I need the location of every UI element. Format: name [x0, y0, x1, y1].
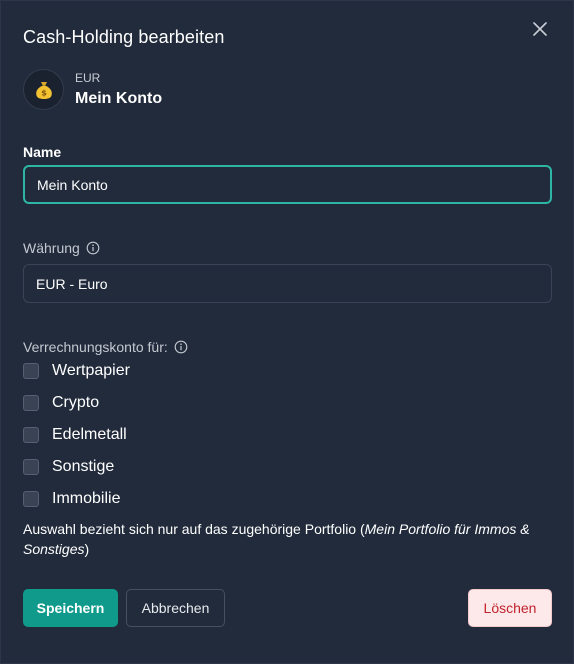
checkbox[interactable] — [23, 491, 39, 507]
dialog-title: Cash-Holding bearbeiten — [23, 27, 225, 47]
cancel-button[interactable]: Abbrechen — [126, 589, 225, 627]
checkbox-row-edelmetall[interactable]: Edelmetall — [23, 426, 127, 444]
close-button[interactable] — [529, 18, 551, 40]
avatar: $ — [23, 69, 64, 110]
checkbox-label: Wertpapier — [52, 362, 130, 379]
checkbox-row-sonstige[interactable]: Sonstige — [23, 458, 114, 476]
checkbox-label: Crypto — [52, 394, 100, 411]
delete-button[interactable]: Löschen — [468, 589, 552, 627]
checkbox-label: Sonstige — [52, 458, 115, 475]
hint-suffix: ) — [84, 541, 90, 557]
checkbox[interactable] — [23, 459, 39, 475]
currency-field[interactable]: EUR - Euro — [23, 264, 552, 303]
checkbox[interactable] — [23, 427, 39, 443]
portfolio-hint: Auswahl bezieht sich nur auf das zugehör… — [23, 519, 533, 559]
close-icon — [533, 22, 547, 36]
name-label: Name — [23, 144, 62, 160]
money-bag-icon: $ — [35, 81, 52, 99]
holding-header: $ EUR Mein Konto — [23, 69, 162, 110]
checkbox[interactable] — [23, 395, 39, 411]
checkbox[interactable] — [23, 363, 39, 379]
checkbox-label: Immobilie — [52, 490, 121, 507]
info-icon[interactable] — [174, 340, 188, 354]
checkbox-row-wertpapier[interactable]: Wertpapier — [23, 362, 130, 380]
name-input[interactable] — [23, 165, 552, 204]
edit-cash-holding-dialog: Cash-Holding bearbeiten $ EUR Mein Konto… — [0, 0, 574, 664]
checkbox-label: Edelmetall — [52, 426, 127, 443]
svg-text:$: $ — [41, 88, 47, 97]
currency-label: Währung — [23, 240, 80, 256]
currency-code: EUR — [75, 71, 101, 85]
clearing-label-row: Verrechnungskonto für: — [23, 339, 188, 355]
checkbox-row-immobilie[interactable]: Immobilie — [23, 490, 120, 508]
info-icon[interactable] — [86, 241, 100, 255]
checkbox-row-crypto[interactable]: Crypto — [23, 394, 99, 412]
clearing-account-label: Verrechnungskonto für: — [23, 339, 168, 355]
currency-label-row: Währung — [23, 240, 100, 256]
save-button[interactable]: Speichern — [23, 589, 118, 627]
hint-prefix: Auswahl bezieht sich nur auf das zugehör… — [23, 521, 365, 537]
account-name: Mein Konto — [75, 90, 163, 107]
